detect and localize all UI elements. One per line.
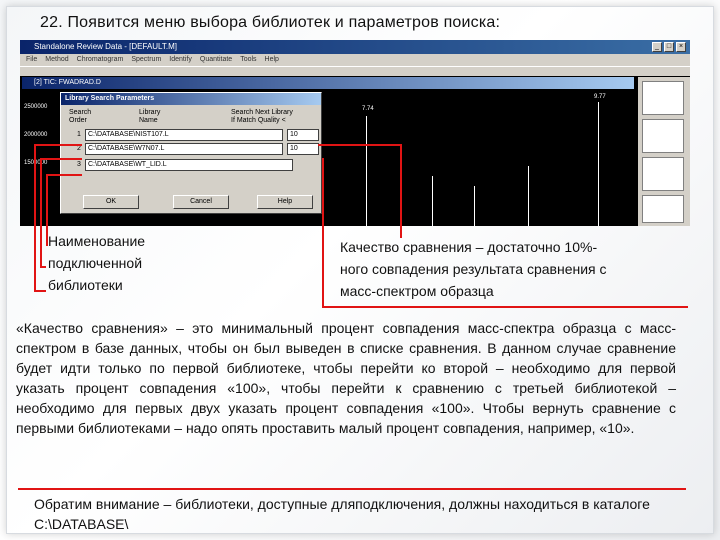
library-field-3[interactable]: C:\DATABASE\WT_LID.L: [85, 159, 293, 171]
minimize-button[interactable]: _: [652, 42, 662, 52]
document-title: [2] TIC: FWADRAD.D: [34, 79, 101, 86]
annotation-line: [318, 144, 402, 146]
order-number: 1: [77, 131, 81, 138]
y-tick: 2000000: [24, 132, 48, 138]
header-search-order: Search Order: [69, 109, 92, 124]
explanation-paragraph: «Качество сравнения» – это минимальный п…: [16, 320, 676, 436]
annotation-line: [400, 144, 402, 238]
menu-help[interactable]: Help: [265, 54, 279, 66]
annotation-line: [46, 174, 82, 176]
thumbnail-panel: [638, 77, 690, 226]
window-titlebar: Standalone Review Data - [DEFAULT.M] _ □…: [20, 40, 690, 54]
chromatogram-peak: [474, 186, 475, 226]
close-button[interactable]: ×: [676, 42, 686, 52]
chromatogram-peak: [366, 116, 367, 226]
menu-tools[interactable]: Tools: [240, 54, 256, 66]
annotation-underline: [18, 488, 686, 490]
document-titlebar: [2] TIC: FWADRAD.D: [22, 77, 634, 89]
library-field-2[interactable]: C:\DATABASE\W7N07.L: [85, 143, 283, 155]
annotation-line: [40, 158, 82, 160]
annotation-line: [34, 144, 36, 292]
toolbar: [20, 66, 690, 76]
peak-label: 7.74: [362, 106, 374, 112]
annotation-line: [40, 266, 46, 268]
menu-chromatogram[interactable]: Chromatogram: [77, 54, 124, 66]
header-next-library: Search Next Library If Match Quality <: [231, 109, 293, 124]
quality-field-2[interactable]: 10: [287, 143, 319, 155]
callout-match-quality: Качество сравнения – достаточно 10%- ног…: [340, 239, 607, 299]
chromatogram-peak: [528, 166, 529, 226]
order-number: 2: [77, 145, 81, 152]
library-field-1[interactable]: C:\DATABASE\NIST107.L: [85, 129, 283, 141]
menu-method[interactable]: Method: [45, 54, 68, 66]
maximize-button[interactable]: □: [664, 42, 674, 52]
callout-library-name: Наименование подключенной библиотеки: [48, 233, 146, 293]
library-search-dialog: Library Search Parameters Search Order L…: [60, 92, 322, 214]
window-title: Standalone Review Data - [DEFAULT.M]: [34, 42, 178, 51]
chromatogram-peak: [598, 102, 599, 226]
page-title: 22. Появится меню выбора библиотек и пар…: [40, 14, 501, 31]
quality-field-1[interactable]: 10: [287, 129, 319, 141]
note-text: Обратим внимание – библиотеки, доступные…: [34, 496, 650, 532]
header-library-name: Library Name: [139, 109, 161, 124]
menu-bar: File Method Chromatogram Spectrum Identi…: [20, 54, 690, 66]
thumbnail-spectrum-icon[interactable]: [642, 119, 684, 153]
annotation-line: [34, 290, 46, 292]
order-number: 3: [77, 161, 81, 168]
annotation-line: [40, 158, 42, 268]
menu-identify[interactable]: Identify: [169, 54, 192, 66]
annotation-line: [322, 306, 688, 308]
help-button[interactable]: Help: [257, 195, 313, 209]
thumbnail-peak-icon[interactable]: [642, 81, 684, 115]
annotation-line: [34, 144, 82, 146]
thumbnail-peak-icon[interactable]: [642, 157, 684, 191]
ok-button[interactable]: OK: [83, 195, 139, 209]
menu-quantitate[interactable]: Quantitate: [200, 54, 232, 66]
peak-label: 9.77: [594, 94, 606, 100]
thumbnail-wave-icon[interactable]: [642, 195, 684, 223]
chromatogram-peak: [432, 176, 433, 226]
cancel-button[interactable]: Cancel: [173, 195, 229, 209]
annotation-line: [322, 158, 324, 308]
menu-file[interactable]: File: [26, 54, 37, 66]
menu-spectrum[interactable]: Spectrum: [131, 54, 161, 66]
dialog-title: Library Search Parameters: [61, 93, 321, 105]
y-tick: 2500000: [24, 104, 48, 110]
app-screenshot: Standalone Review Data - [DEFAULT.M] _ □…: [20, 40, 690, 226]
